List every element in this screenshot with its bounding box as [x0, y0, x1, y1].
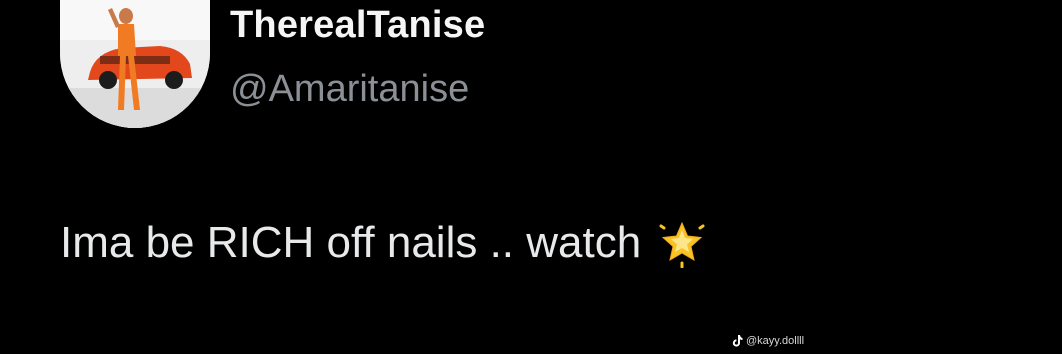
tweet-body: Ima be RICH off nails .. watch	[60, 218, 707, 269]
avatar[interactable]	[60, 0, 210, 128]
display-name[interactable]: TherealTanise	[230, 4, 485, 47]
tiktok-watermark: @kayy.dollll	[732, 335, 804, 347]
avatar-photo	[60, 0, 210, 128]
user-handle[interactable]: @Amaritanise	[230, 68, 469, 111]
tiktok-icon	[732, 335, 743, 347]
glowing-star-icon	[657, 218, 707, 269]
watermark-text: @kayy.dollll	[746, 335, 805, 347]
tweet-card: TherealTanise @Amaritanise Ima be RICH o…	[0, 0, 1062, 354]
tweet-text: Ima be RICH off nails .. watch	[60, 218, 642, 267]
